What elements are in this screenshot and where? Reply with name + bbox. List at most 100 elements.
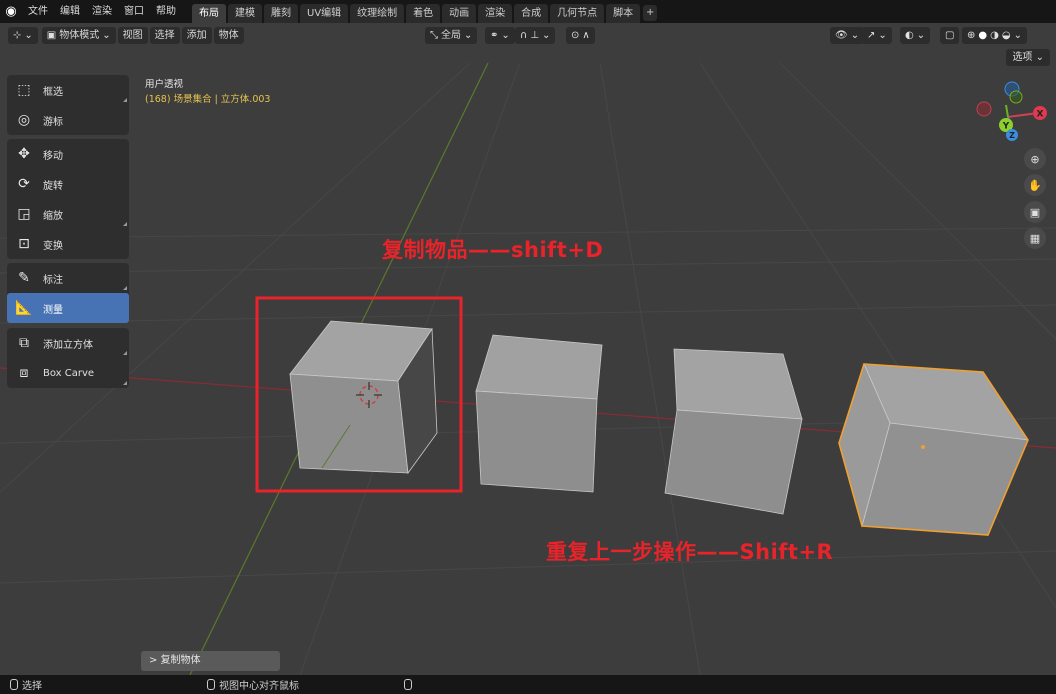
wireframe-shading-icon[interactable]: ⊕ — [967, 27, 975, 44]
status-select-label: 选择 — [22, 681, 42, 692]
negative-y-axis-icon[interactable] — [1009, 90, 1023, 104]
editor-type-button[interactable]: ⊹ ⌄ — [8, 26, 38, 44]
perspective-toggle-button[interactable]: ▦ — [1024, 227, 1046, 249]
annotate-pencil-icon: ✎ — [18, 270, 30, 286]
material-shading-icon[interactable]: ◑ — [990, 27, 999, 44]
cube-4-selected[interactable] — [838, 362, 1029, 536]
tool-move[interactable]: ✥ 移动 — [7, 139, 129, 169]
z-axis-label: Z — [1009, 131, 1015, 140]
shading-modes[interactable]: ⊕ ● ◑ ◒ ⌄ — [962, 26, 1027, 44]
tab-compositing[interactable]: 合成 — [514, 4, 549, 23]
tool-label: 游标 — [43, 116, 63, 128]
viewport-scene — [0, 62, 1056, 675]
overlay-toggle[interactable]: ◐ ⌄ — [900, 26, 931, 44]
tab-geometry-nodes[interactable]: 几何节点 — [550, 4, 605, 23]
tool-rotate[interactable]: ⟳ 旋转 — [7, 169, 129, 199]
chevron-down-icon: ⌄ — [916, 29, 926, 41]
xray-toggle[interactable]: ▢ — [940, 26, 960, 44]
middle-mouse-icon — [207, 679, 215, 690]
select-menu[interactable]: 选择 — [149, 26, 180, 44]
zoom-magnifier-icon: ⊕ — [1030, 152, 1040, 166]
snap-target-icon: ⊥ — [530, 29, 540, 41]
transform-orientation-dropdown[interactable]: ⤡ 全局 ⌄ — [425, 26, 478, 44]
options-dropdown[interactable]: 选项 ⌄ — [1006, 49, 1050, 66]
snap-toggle[interactable]: ∩ ⊥ ⌄ — [515, 26, 556, 44]
orientation-label: 全局 — [441, 29, 461, 41]
annotation-repeat: 重复上一步操作——Shift+R — [546, 540, 834, 564]
negative-x-axis-icon[interactable] — [976, 101, 992, 117]
tool-scale[interactable]: ◲ 缩放 — [7, 199, 129, 229]
visibility-dropdown[interactable]: 👁 ⌄ — [830, 26, 865, 44]
tool-add-cube[interactable]: ⧉ 添加立方体 — [7, 328, 129, 358]
status-bar: 选择 视图中心对齐鼠标 — [0, 675, 1056, 694]
cube-2[interactable] — [475, 334, 603, 493]
blender-logo-icon[interactable]: ◉ — [0, 0, 22, 23]
view-name: 用户透视 — [145, 79, 184, 90]
object-menu[interactable]: 物体 — [213, 26, 244, 44]
3d-viewport[interactable]: ⊹ ⌄ ▣ 物体模式 ⌄ 视图 选择 添加 物体 ⤡ 全局 ⌄ ⚭ ⌄ ∩ ⊥ ⌄ ⊙ ∧ 👁 ⌄ … — [0, 23, 1056, 675]
tool-expand-indicator — [123, 286, 127, 290]
tool-expand-indicator — [123, 351, 127, 355]
tab-animation[interactable]: 动画 — [442, 4, 477, 23]
tool-label: 缩放 — [43, 210, 63, 222]
grid-perspective-icon: ▦ — [1029, 231, 1041, 245]
tab-sculpting[interactable]: 雕刻 — [264, 4, 298, 23]
menu-help[interactable]: 帮助 — [150, 0, 182, 23]
add-workspace-button[interactable]: + — [643, 5, 658, 21]
tab-shading[interactable]: 着色 — [406, 4, 441, 23]
gizmo-icon: ↗ — [867, 29, 876, 41]
tab-layout[interactable]: 布局 — [192, 4, 226, 23]
view-menu[interactable]: 视图 — [117, 26, 148, 44]
camera-icon: ▣ — [1029, 205, 1041, 219]
cursor-icon: ◎ — [17, 112, 31, 128]
menu-render[interactable]: 渲染 — [86, 0, 118, 23]
mode-selector[interactable]: ▣ 物体模式 ⌄ — [41, 26, 116, 44]
viewport-header: ⊹ ⌄ ▣ 物体模式 ⌄ 视图 选择 添加 物体 ⤡ 全局 ⌄ ⚭ ⌄ ∩ ⊥ ⌄ ⊙ ∧ 👁 ⌄ … — [0, 23, 1056, 47]
transform-icon: ⊡ — [18, 236, 30, 252]
tool-transform[interactable]: ⊡ 变换 — [7, 229, 129, 259]
tool-expand-indicator — [123, 222, 127, 226]
tool-cursor[interactable]: ◎ 游标 — [7, 105, 129, 135]
last-operation-panel[interactable]: > 复制物体 — [141, 651, 280, 671]
tool-group-annotate: ✎ 标注 📐 测量 — [7, 263, 129, 323]
eye-icon: 👁 — [835, 29, 848, 41]
chevron-down-icon[interactable]: ⌄ — [1014, 27, 1022, 44]
add-cube-icon: ⧉ — [19, 335, 29, 351]
options-label: 选项 — [1012, 52, 1033, 63]
pan-button[interactable]: ✋ — [1024, 174, 1046, 196]
magnet-icon: ∩ — [520, 29, 528, 41]
gizmo-toggle[interactable]: ↗ ⌄ — [862, 26, 892, 44]
tool-select-box[interactable]: ⬚ 框选 — [7, 75, 129, 105]
x-axis-label: X — [1037, 110, 1044, 120]
chevron-down-icon: ⌄ — [542, 29, 551, 41]
camera-view-button[interactable]: ▣ — [1024, 201, 1046, 223]
pivot-icon: ⚭ — [490, 29, 499, 41]
cube-3[interactable] — [664, 348, 803, 515]
tab-texture-paint[interactable]: 纹理绘制 — [350, 4, 405, 23]
proportional-edit-toggle[interactable]: ⊙ ∧ — [566, 26, 595, 44]
rendered-shading-icon[interactable]: ◒ — [1002, 27, 1011, 44]
tool-label: 框选 — [43, 86, 63, 98]
add-menu[interactable]: 添加 — [181, 26, 212, 44]
tab-rendering[interactable]: 渲染 — [478, 4, 513, 23]
menu-window[interactable]: 窗口 — [118, 0, 150, 23]
chevron-down-icon: ⌄ — [878, 29, 887, 41]
cube-1[interactable] — [289, 320, 438, 475]
rotate-icon: ⟳ — [18, 176, 30, 192]
tool-measure[interactable]: 📐 测量 — [7, 293, 129, 323]
menu-edit[interactable]: 编辑 — [54, 0, 86, 23]
top-menu-bar: ◉ 文件 编辑 渲染 窗口 帮助 布局 建模 雕刻 UV编辑 纹理绘制 着色 动… — [0, 0, 1056, 23]
tool-annotate[interactable]: ✎ 标注 — [7, 263, 129, 293]
menu-file[interactable]: 文件 — [22, 0, 54, 23]
tool-box-carve[interactable]: ⧈ Box Carve — [7, 358, 129, 388]
navigation-gizmo[interactable]: X Y Z — [972, 79, 1056, 147]
tool-label: 旋转 — [43, 180, 63, 192]
zoom-button[interactable]: ⊕ — [1024, 148, 1046, 170]
tab-uv-editing[interactable]: UV编辑 — [300, 4, 349, 23]
tab-modeling[interactable]: 建模 — [228, 4, 262, 23]
solid-shading-icon[interactable]: ● — [978, 27, 987, 44]
annotation-duplicate: 复制物品——shift+D — [382, 238, 604, 262]
pivot-point-dropdown[interactable]: ⚭ ⌄ — [485, 26, 515, 44]
tab-scripting[interactable]: 脚本 — [606, 4, 641, 23]
tool-label: 移动 — [43, 150, 63, 162]
